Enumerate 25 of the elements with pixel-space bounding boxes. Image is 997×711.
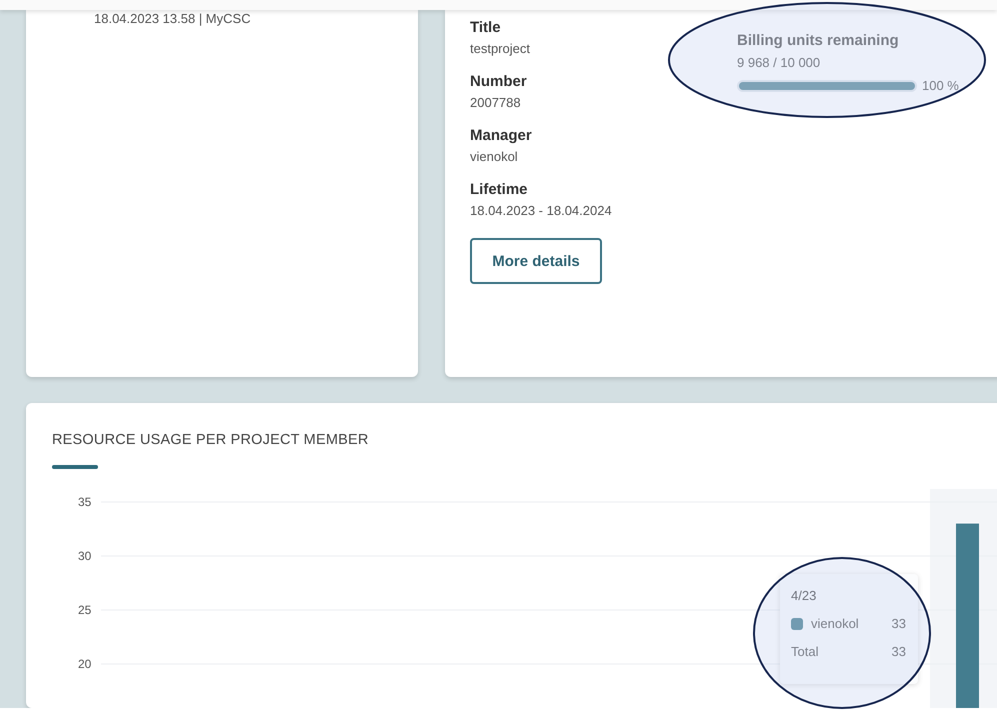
field-label: Manager xyxy=(470,127,533,144)
field-value: vienokol xyxy=(470,149,519,164)
event-date-source: 18.04.2023 13.58 | MyCSC xyxy=(94,11,252,26)
tooltip-label: Total xyxy=(791,644,820,659)
field-value: 18.04.2023 - 18.04.2024 xyxy=(470,203,613,218)
tooltip-heading: 4/23 xyxy=(791,588,818,603)
chart-title: RESOURCE USAGE PER PROJECT MEMBER xyxy=(52,432,370,448)
billing-amount: 9 968 / 10 000 xyxy=(737,55,822,70)
title-underline xyxy=(52,465,98,469)
y-axis-label: 30 xyxy=(78,548,92,563)
field-value: testproject xyxy=(470,41,531,56)
billing-percent: 100 % xyxy=(922,78,959,93)
field-label: Title xyxy=(470,19,502,36)
field-value: 2007788 xyxy=(470,95,522,110)
field-label: Number xyxy=(470,73,528,90)
y-axis-label: 35 xyxy=(78,495,92,509)
bar[interactable] xyxy=(956,524,979,711)
more-details-button[interactable]: More details xyxy=(470,238,602,284)
billing-title: Billing units remaining xyxy=(737,32,900,49)
tooltip-value: 33 xyxy=(892,616,906,631)
tooltip-value: 33 xyxy=(892,644,906,659)
y-axis-label: 20 xyxy=(78,656,92,671)
field-label: Lifetime xyxy=(470,181,529,198)
y-axis-label: 25 xyxy=(78,602,92,617)
tooltip-label: vienokol xyxy=(811,616,860,631)
